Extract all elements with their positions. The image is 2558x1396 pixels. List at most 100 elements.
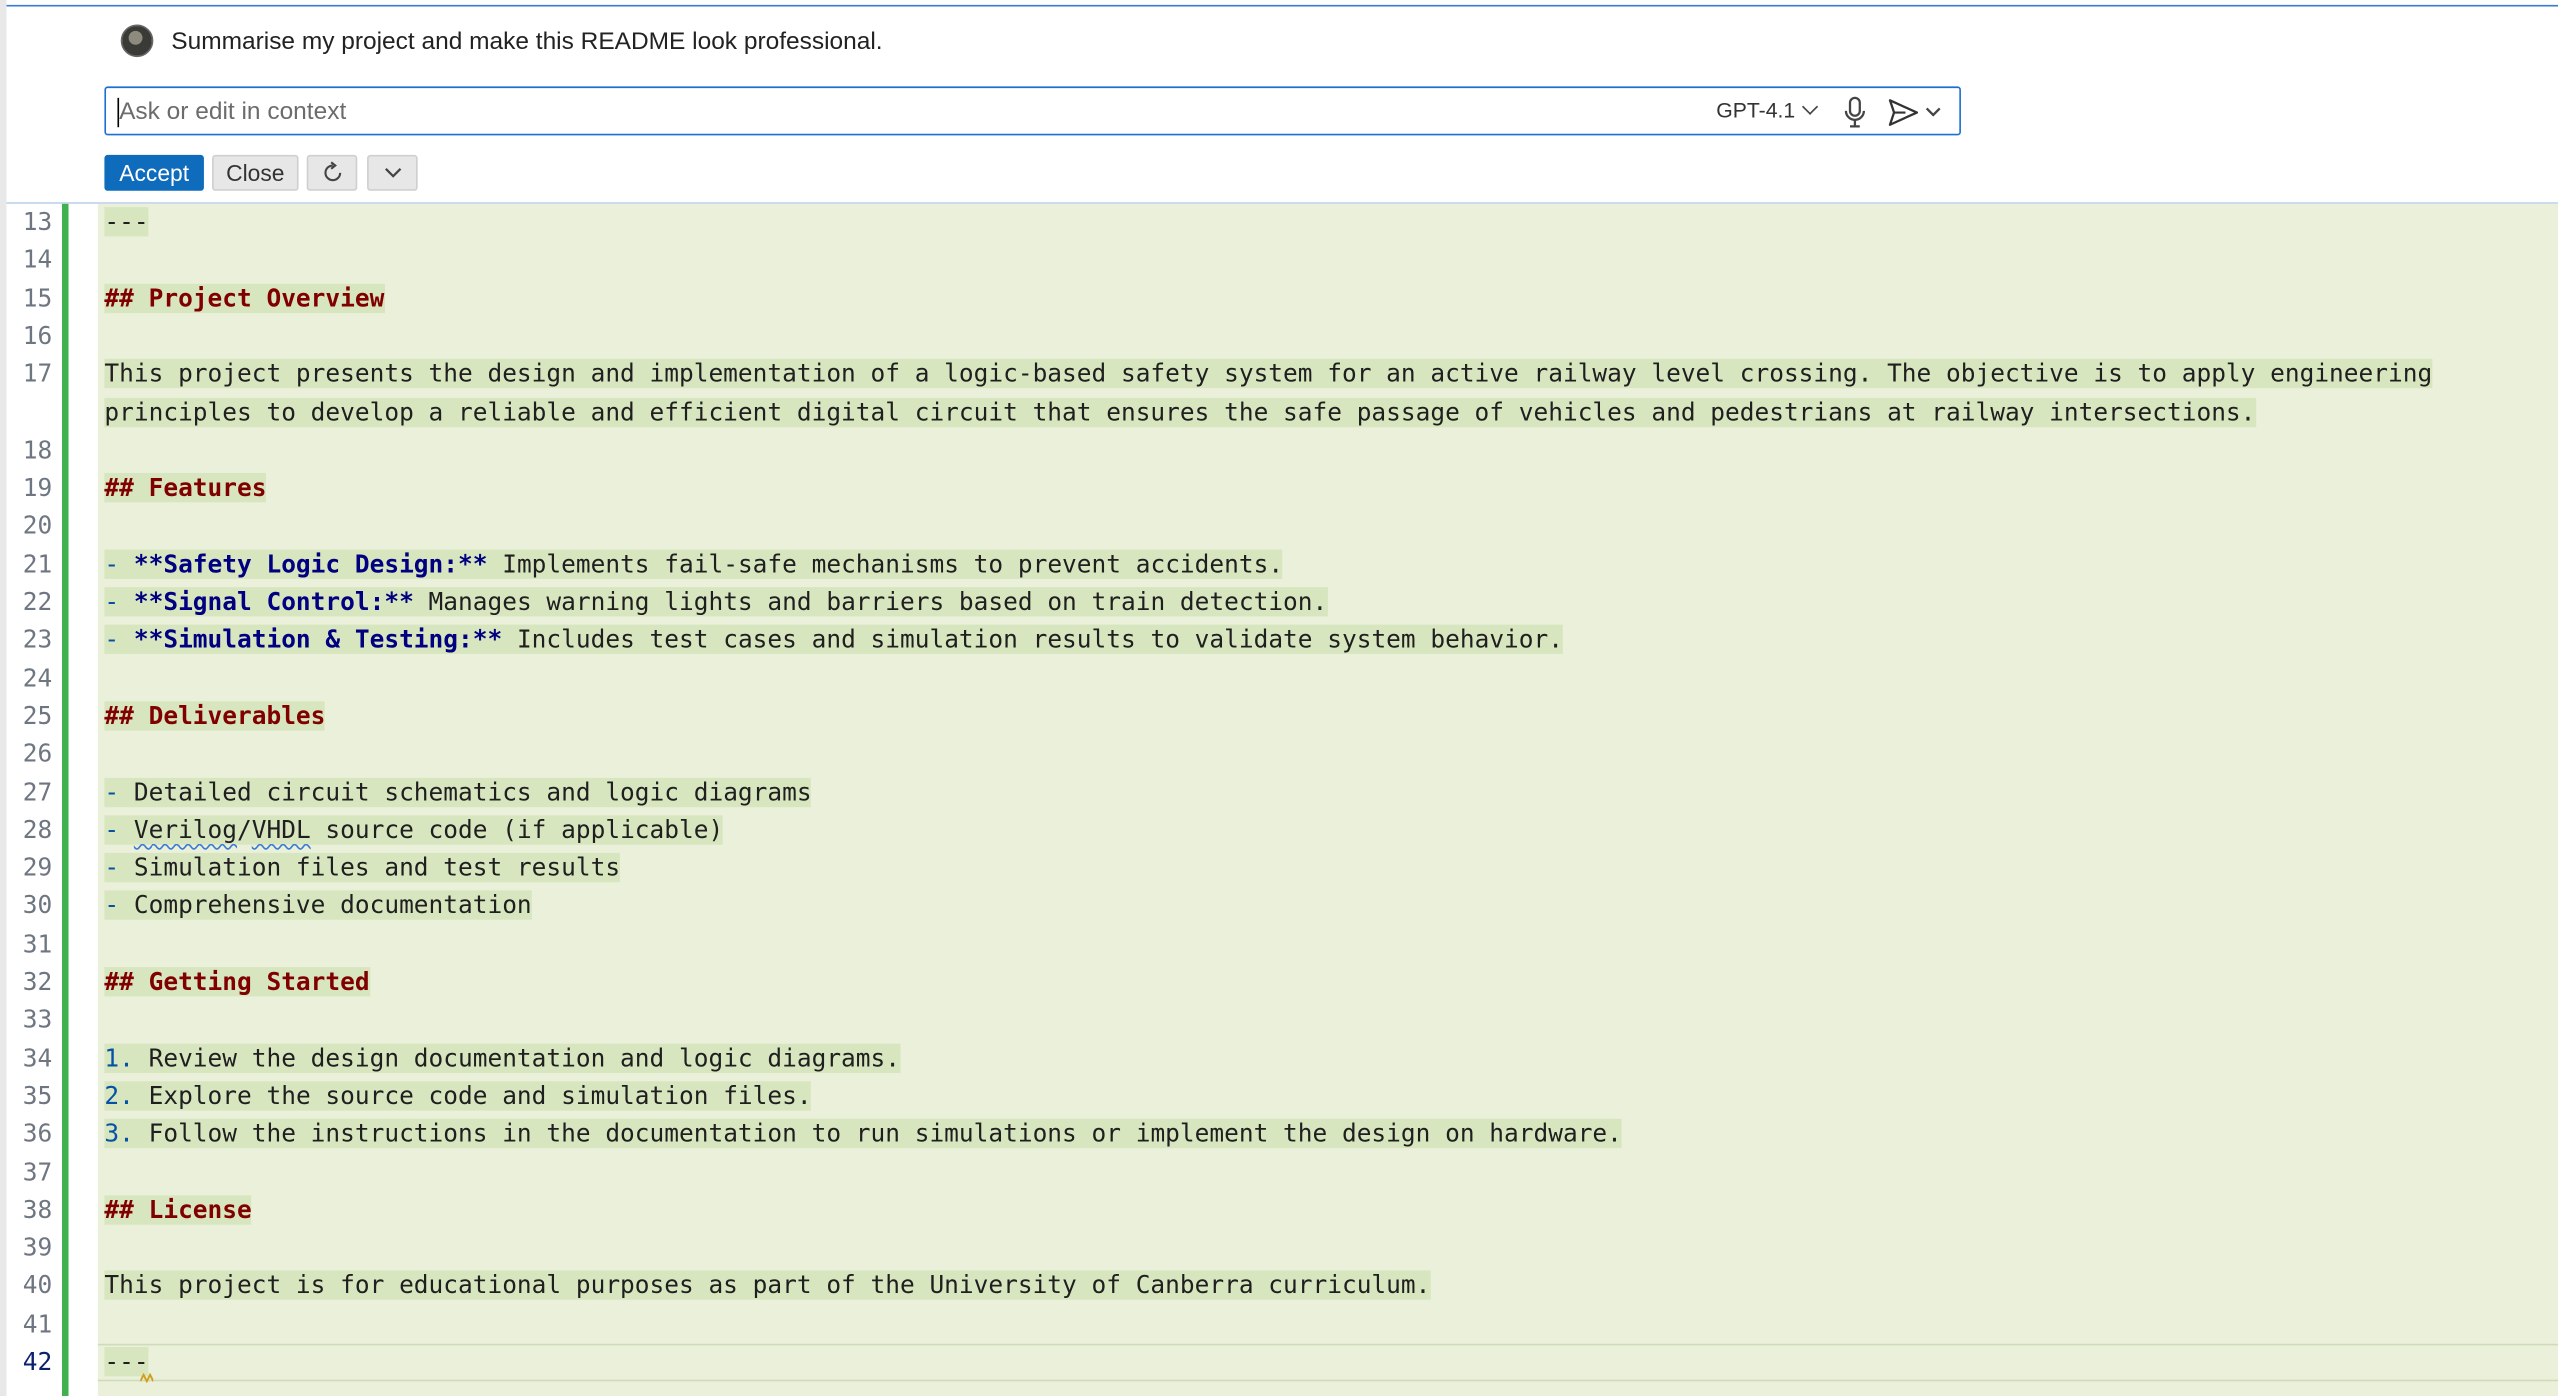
code-token: ## License: [104, 1195, 252, 1225]
inserted-text-highlight: - **Signal Control:** Manages warning li…: [104, 587, 1327, 617]
line-number: 34: [22, 1043, 53, 1073]
line-number: 39: [22, 1233, 53, 1263]
line-code: 3. Follow the instructions in the docume…: [104, 1116, 1622, 1154]
inserted-text-highlight: - **Safety Logic Design:** Implements fa…: [104, 549, 1284, 579]
line-number: 19: [22, 473, 53, 503]
line-number: 32: [22, 967, 53, 997]
editor-line[interactable]: 35 2. Explore the source code and simulat…: [7, 1078, 2558, 1116]
editor-line[interactable]: 34 1. Review the design documentation and…: [7, 1040, 2558, 1078]
code-token: /: [237, 815, 252, 845]
editor-line[interactable]: 25 ## Deliverables: [7, 698, 2558, 736]
line-number: 30: [22, 891, 53, 921]
line-number: 33: [22, 1005, 53, 1035]
model-picker[interactable]: GPT-4.1: [1716, 98, 1819, 122]
editor-line[interactable]: 20: [7, 508, 2558, 546]
inserted-text-highlight: ## Features: [104, 473, 266, 503]
editor-line[interactable]: 15 ## Project Overview: [7, 280, 2558, 318]
text-cursor: [117, 97, 120, 128]
code-token: -: [104, 891, 134, 921]
line-number: 35: [22, 1081, 53, 1111]
chat-input-box[interactable]: GPT-4.1: [104, 86, 1961, 136]
editor-line[interactable]: 31: [7, 926, 2558, 964]
line-number: 17: [22, 359, 53, 389]
accept-button[interactable]: Accept: [104, 154, 204, 191]
editor-line[interactable]: 24: [7, 660, 2558, 698]
line-code: ## License: [104, 1192, 252, 1230]
code-token: Follow the instructions in the documenta…: [148, 1119, 1622, 1149]
editor-line[interactable]: 23 - **Simulation & Testing:** Includes t…: [7, 622, 2558, 660]
editor-line[interactable]: 30 - Comprehensive documentation: [7, 888, 2558, 926]
line-code: - Comprehensive documentation: [104, 888, 532, 926]
line-code: - Verilog/VHDL source code (if applicabl…: [104, 812, 723, 850]
close-button[interactable]: Close: [212, 154, 299, 191]
code-token: This project is for educational purposes…: [104, 1271, 1431, 1301]
inserted-text-highlight: This project is for educational purposes…: [104, 1271, 1431, 1301]
line-number: 20: [22, 511, 53, 541]
code-token: ## Getting Started: [104, 967, 370, 997]
current-line-highlight: [97, 1343, 2558, 1382]
line-number: 14: [22, 245, 53, 275]
line-number: 28: [22, 815, 53, 845]
line-code: ## Features: [104, 470, 266, 508]
vscode-inline-chat-window: Summarise my project and make this READM…: [0, 0, 2558, 1396]
editor-line[interactable]: 13 ---: [7, 204, 2558, 242]
chat-input-field[interactable]: [115, 94, 1686, 128]
more-actions-button[interactable]: [367, 154, 418, 191]
code-token: 3.: [104, 1119, 149, 1149]
editor-line[interactable]: 14: [7, 242, 2558, 280]
microphone-icon[interactable]: [1842, 96, 1868, 129]
editor-line[interactable]: 33: [7, 1002, 2558, 1040]
code-token: Comprehensive documentation: [133, 891, 532, 921]
editor-line[interactable]: 22 - **Signal Control:** Manages warning …: [7, 584, 2558, 622]
inserted-text-highlight: ## Project Overview: [104, 283, 384, 313]
line-code: - Detailed circuit schematics and logic …: [104, 774, 812, 812]
editor-line[interactable]: 36 3. Follow the instructions in the docu…: [7, 1116, 2558, 1154]
editor-line[interactable]: 17 This project presents the design and i…: [7, 356, 2558, 394]
inserted-text-highlight: 3. Follow the instructions in the docume…: [104, 1119, 1622, 1149]
chat-request-text: Summarise my project and make this READM…: [171, 26, 883, 55]
code-editor[interactable]: 13 --- 14 15 ## Project Overview 16 17 This pro…: [6, 203, 2558, 1396]
inserted-text-highlight: - Detailed circuit schematics and logic …: [104, 777, 812, 807]
line-code: - **Simulation & Testing:** Includes tes…: [104, 622, 1563, 660]
editor-line[interactable]: 28 - Verilog/VHDL source code (if applica…: [7, 812, 2558, 850]
editor-line[interactable]: 42 ---: [7, 1343, 2558, 1382]
line-number: 38: [22, 1195, 53, 1225]
chat-widget-top-border: [6, 4, 2558, 7]
editor-line[interactable]: 32 ## Getting Started: [7, 964, 2558, 1002]
editor-line[interactable]: 39: [7, 1230, 2558, 1268]
line-number: 42: [22, 1347, 53, 1377]
inserted-text-highlight: - Verilog/VHDL source code (if applicabl…: [104, 815, 723, 845]
editor-line[interactable]: 41: [7, 1306, 2558, 1344]
editor-line[interactable]: 21 - **Safety Logic Design:** Implements …: [7, 546, 2558, 584]
inserted-text-highlight: ## Deliverables: [104, 701, 325, 731]
line-code: 2. Explore the source code and simulatio…: [104, 1078, 812, 1116]
line-number: 15: [22, 283, 53, 313]
editor-line[interactable]: 19 ## Features: [7, 470, 2558, 508]
editor-line[interactable]: 29 - Simulation files and test results: [7, 850, 2558, 888]
inserted-text-highlight: principles to develop a reliable and eff…: [104, 397, 2256, 427]
code-token: -: [104, 625, 134, 655]
code-token: Review the design documentation and logi…: [148, 1043, 900, 1073]
editor-line[interactable]: 37: [7, 1154, 2558, 1192]
line-number: 21: [22, 549, 53, 579]
line-code: 1. Review the design documentation and l…: [104, 1040, 900, 1078]
editor-line[interactable]: 18: [7, 432, 2558, 470]
chat-request-row: Summarise my project and make this READM…: [120, 23, 883, 59]
editor-line[interactable]: 26: [7, 736, 2558, 774]
editor-line[interactable]: 16: [7, 318, 2558, 356]
line-code: ## Deliverables: [104, 698, 325, 736]
editor-line[interactable]: 40 This project is for educational purpos…: [7, 1268, 2558, 1306]
editor-line[interactable]: 38 ## License: [7, 1192, 2558, 1230]
line-code: - **Safety Logic Design:** Implements fa…: [104, 546, 1284, 584]
line-code: ---: [104, 204, 149, 242]
inserted-text-highlight: ---: [104, 207, 149, 237]
code-token: ---: [104, 1347, 149, 1377]
editor-line[interactable]: 27 - Detailed circuit schematics and logi…: [7, 774, 2558, 812]
code-token: **Safety Logic Design:**: [133, 549, 488, 579]
editor-line[interactable]: principles to develop a reliable and eff…: [7, 394, 2558, 432]
chevron-down-icon: [384, 167, 401, 178]
line-number: 31: [22, 929, 53, 959]
code-token: Explore the source code and simulation f…: [148, 1081, 812, 1111]
send-icon[interactable]: [1888, 98, 1947, 127]
rerun-button[interactable]: [306, 154, 358, 191]
